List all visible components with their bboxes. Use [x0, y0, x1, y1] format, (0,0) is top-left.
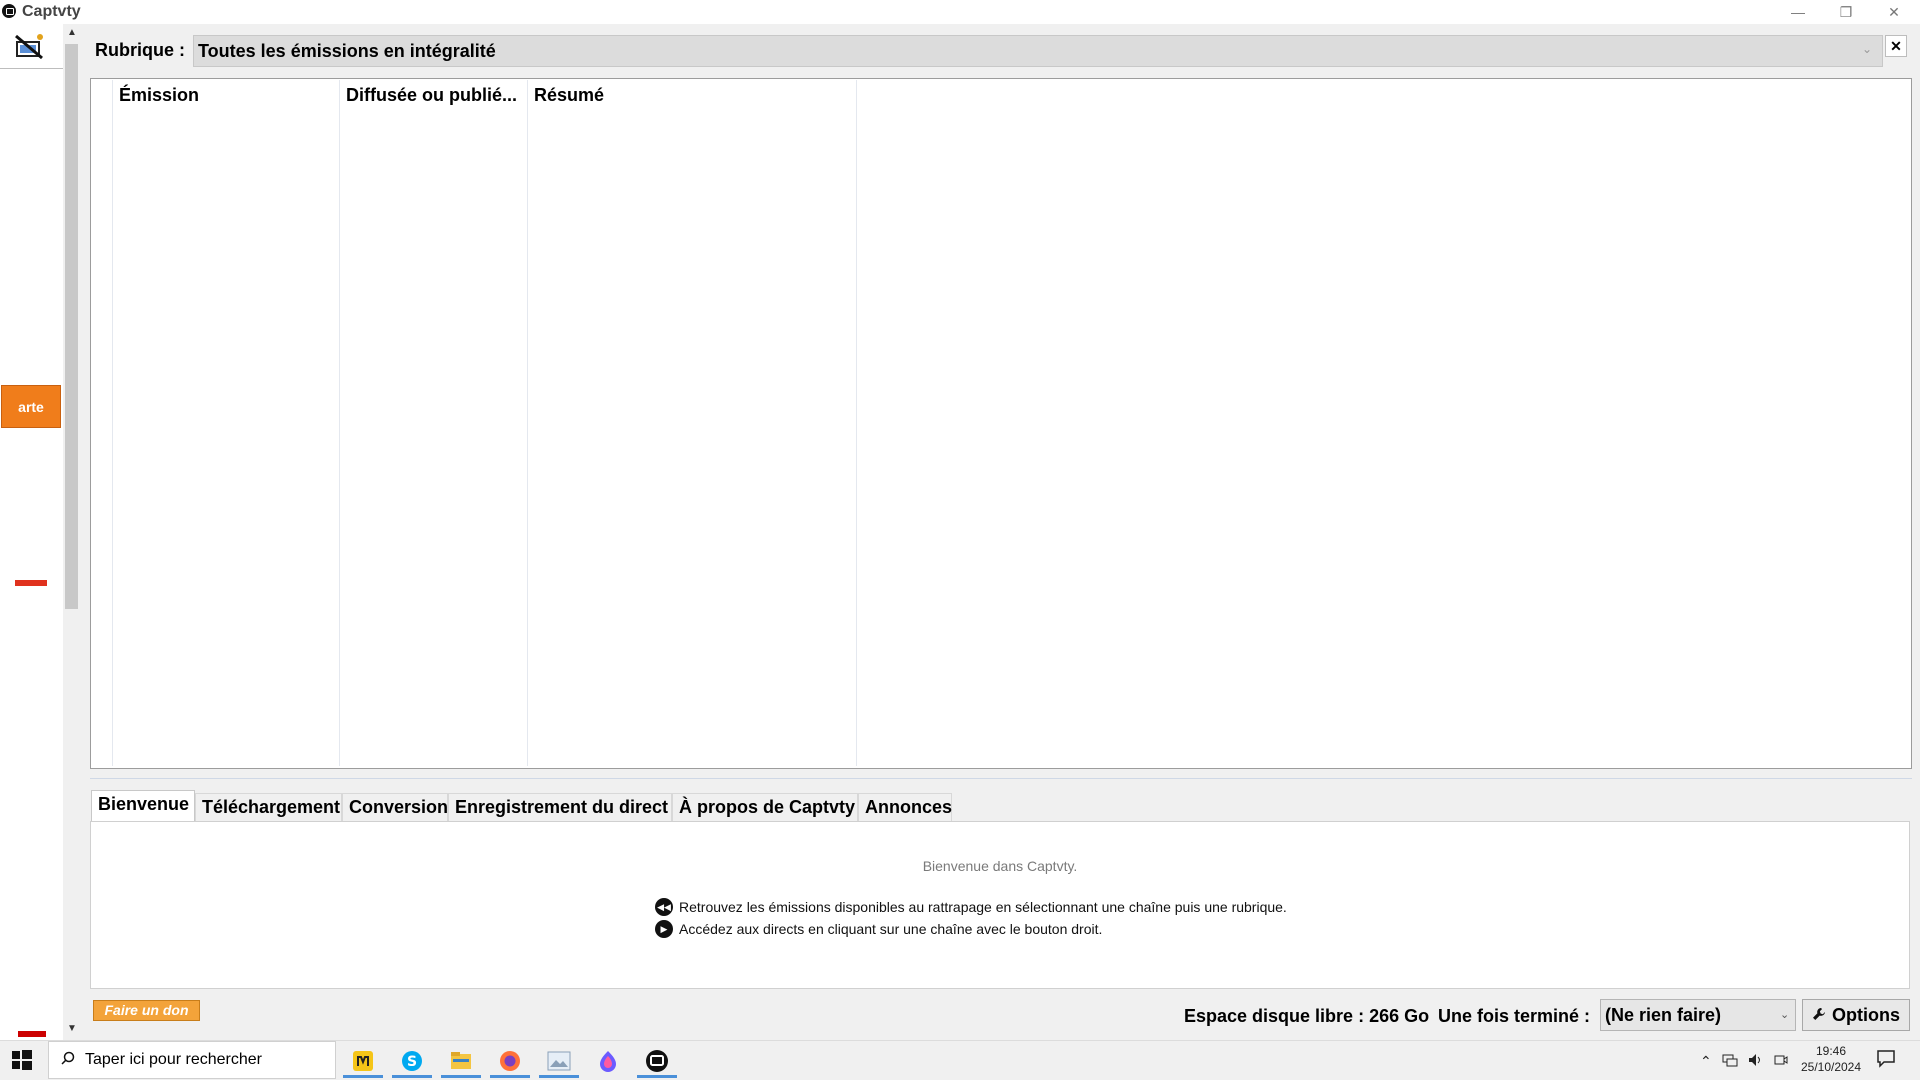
rubrique-label: Rubrique :: [95, 40, 185, 60]
minimize-button[interactable]: —: [1775, 0, 1821, 24]
firefox-dev-icon[interactable]: [588, 1044, 628, 1078]
restore-button[interactable]: ❐: [1823, 0, 1869, 24]
taskbar-search[interactable]: Taper ici pour rechercher: [48, 1041, 336, 1079]
app-icon: [2, 4, 16, 18]
scroll-up-icon[interactable]: ▲: [64, 24, 80, 42]
when-done-label: Une fois terminé :: [1438, 1006, 1591, 1026]
column-divider: [112, 80, 113, 766]
welcome-title: Bienvenue dans Captvty.: [922, 858, 1078, 874]
network-icon[interactable]: [1722, 1053, 1738, 1070]
channel-tool-icon[interactable]: [14, 32, 46, 62]
channel-logo-partial[interactable]: [15, 580, 47, 586]
wrench-icon: [1812, 1005, 1826, 1026]
options-button[interactable]: Options: [1802, 999, 1910, 1031]
title-bar: [0, 0, 1920, 24]
when-done-dropdown[interactable]: (Ne rien faire): [1600, 999, 1796, 1031]
search-placeholder: Taper ici pour rechercher: [85, 1051, 262, 1068]
scroll-down-icon[interactable]: ▼: [64, 1020, 80, 1038]
column-header-resume[interactable]: Résumé: [534, 85, 604, 106]
captvty-taskbar-icon[interactable]: [637, 1044, 677, 1078]
options-label: Options: [1832, 1004, 1900, 1025]
column-divider: [527, 80, 528, 766]
channel-logo-partial-bottom[interactable]: [18, 1030, 46, 1039]
rubrique-dropdown[interactable]: Toutes les émissions en intégralité: [193, 35, 1883, 67]
play-icon: ▶: [655, 920, 673, 938]
meet-now-icon[interactable]: [1774, 1053, 1788, 1070]
notes-app-icon[interactable]: [343, 1044, 383, 1078]
firefox-icon[interactable]: [490, 1044, 530, 1078]
donate-button[interactable]: Faire un don: [93, 1000, 200, 1021]
column-divider: [856, 80, 857, 766]
clock-date: 25/10/2024: [1800, 1060, 1862, 1074]
tab-annonces[interactable]: Annonces: [858, 793, 952, 821]
tab-conversion[interactable]: Conversion: [342, 793, 448, 821]
taskbar-clock[interactable]: 19:46 25/10/2024: [1796, 1043, 1866, 1075]
info-row-live: ▶ Accédez aux directs en cliquant sur un…: [655, 920, 1102, 938]
volume-icon[interactable]: [1748, 1053, 1764, 1070]
photos-icon[interactable]: [539, 1044, 579, 1078]
emissions-list[interactable]: [90, 78, 1912, 769]
window-title: Captvty: [22, 3, 81, 20]
chevron-down-icon[interactable]: ⌄: [1780, 1008, 1789, 1021]
notification-icon[interactable]: [1876, 1048, 1900, 1072]
clock-time: 19:46: [1815, 1044, 1847, 1058]
column-header-date[interactable]: Diffusée ou publié...: [346, 85, 517, 106]
info-text-live: Accédez aux directs en cliquant sur une …: [679, 921, 1103, 937]
column-divider: [339, 80, 340, 766]
system-tray: ⌃: [1700, 1046, 1788, 1076]
tab-telechargement[interactable]: Téléchargement: [195, 793, 342, 821]
info-row-replay: ◀◀ Retrouvez les émissions disponibles a…: [655, 898, 1287, 916]
channel-sidebar: [0, 24, 63, 1040]
skype-icon[interactable]: S: [392, 1044, 432, 1078]
tab-enregistrement-direct[interactable]: Enregistrement du direct: [448, 793, 672, 821]
scroll-thumb[interactable]: [65, 44, 78, 609]
rewind-icon: ◀◀: [655, 898, 673, 916]
sidebar-separator: [0, 68, 63, 69]
chevron-down-icon[interactable]: ⌄: [1862, 42, 1872, 56]
close-panel-button[interactable]: ✕: [1885, 35, 1907, 57]
tray-overflow-icon[interactable]: ⌃: [1700, 1053, 1712, 1070]
close-window-button[interactable]: ✕: [1871, 0, 1917, 24]
tab-a-propos[interactable]: À propos de Captvty: [672, 793, 858, 821]
windows-start-icon[interactable]: [12, 1050, 34, 1072]
channel-arte[interactable]: arte: [1, 385, 61, 428]
svg-text:S: S: [407, 1054, 417, 1070]
file-explorer-icon[interactable]: [441, 1044, 481, 1078]
info-text-replay: Retrouvez les émissions disponibles au r…: [679, 899, 1287, 915]
panel-splitter[interactable]: [90, 778, 1912, 779]
search-icon: [61, 1051, 75, 1070]
tab-bienvenue[interactable]: Bienvenue: [91, 790, 195, 822]
disk-space-label: Espace disque libre : 266 Go: [1184, 1006, 1430, 1026]
column-header-emission[interactable]: Émission: [119, 85, 199, 106]
